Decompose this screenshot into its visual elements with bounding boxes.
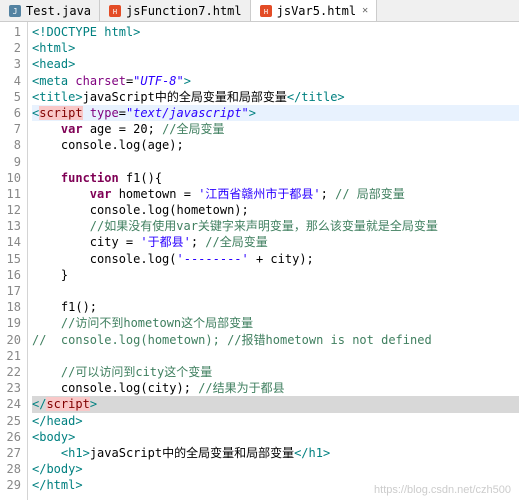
code-area[interactable]: <!DOCTYPE html> <html> <head> <meta char… <box>28 22 519 500</box>
svg-text:H: H <box>113 8 117 16</box>
java-file-icon: J <box>8 4 22 18</box>
tab-jsfunction7[interactable]: H jsFunction7.html <box>100 0 251 21</box>
tab-test-java[interactable]: J Test.java <box>0 0 100 21</box>
html-file-icon: H <box>259 4 273 18</box>
line-gutter: 1234567891011121314151617181920212223242… <box>0 22 28 500</box>
tab-label: Test.java <box>26 4 91 18</box>
tab-label: jsFunction7.html <box>126 4 242 18</box>
watermark: https://blog.csdn.net/czh500 <box>374 484 511 496</box>
code-editor[interactable]: 1234567891011121314151617181920212223242… <box>0 22 519 500</box>
tab-jsvar5[interactable]: H jsVar5.html ✕ <box>251 0 378 21</box>
tab-bar: J Test.java H jsFunction7.html H jsVar5.… <box>0 0 519 22</box>
svg-text:J: J <box>13 7 18 16</box>
close-icon[interactable]: ✕ <box>362 5 368 16</box>
code-text: <!DOCTYPE html> <box>32 25 140 39</box>
svg-text:H: H <box>264 8 268 16</box>
html-file-icon: H <box>108 4 122 18</box>
tab-label: jsVar5.html <box>277 4 356 18</box>
